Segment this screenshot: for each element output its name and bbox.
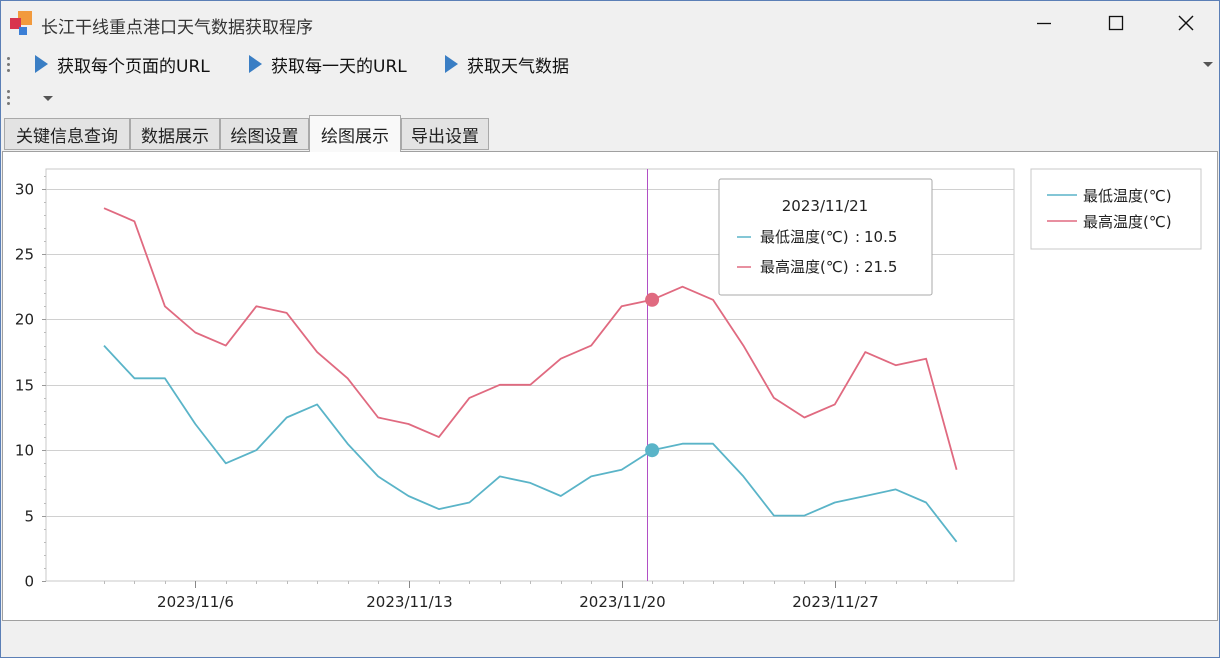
toolbar-grip-icon[interactable]	[7, 90, 11, 108]
minimize-button[interactable]	[1009, 1, 1079, 45]
maximize-button[interactable]	[1081, 1, 1151, 45]
low-temp-marker	[645, 443, 660, 458]
play-icon	[445, 55, 458, 73]
maximize-icon	[1108, 15, 1124, 31]
tooltip-high-label: 最高温度(℃)	[760, 258, 849, 276]
y-tick-label: 10	[15, 442, 34, 460]
secondary-toolbar	[1, 85, 1219, 111]
x-tick-label: 2023/11/6	[157, 593, 234, 611]
get-daily-urls-button[interactable]: 获取每一天的URL	[249, 47, 407, 81]
tooltip-low-label: 最低温度(℃)	[760, 228, 849, 246]
x-tick-label: 2023/11/20	[579, 593, 665, 611]
get-weather-data-label: 获取天气数据	[467, 56, 569, 77]
y-tick-label: 15	[15, 377, 34, 395]
get-daily-urls-label: 获取每一天的URL	[271, 56, 407, 77]
y-tick-label: 0	[24, 573, 34, 591]
window-title: 长江干线重点港口天气数据获取程序	[41, 18, 313, 38]
y-tick-label: 30	[15, 181, 34, 199]
toolbar-overflow-icon[interactable]	[1203, 62, 1213, 67]
toolbar-grip-icon[interactable]	[7, 57, 11, 75]
chart-legend[interactable]: 最低温度(℃) 最高温度(℃)	[1030, 168, 1202, 250]
close-icon	[1178, 15, 1194, 31]
legend-high-label: 最高温度(℃)	[1083, 213, 1172, 231]
get-weather-data-button[interactable]: 获取天气数据	[445, 47, 569, 81]
low-temp-series-line	[103, 344, 958, 543]
legend-low-label: 最低温度(℃)	[1083, 187, 1172, 205]
get-page-urls-button[interactable]: 获取每个页面的URL	[35, 47, 210, 81]
main-toolbar: 获取每个页面的URL 获取每一天的URL 获取天气数据	[1, 47, 1219, 81]
crosshair-tooltip: 2023/11/21 最低温度(℃) : 10.5 最高温度(℃) : 21.5	[718, 178, 933, 296]
play-icon	[249, 55, 262, 73]
tab-plot-display[interactable]: 绘图展示	[309, 115, 401, 152]
tooltip-high-separator: :	[855, 258, 860, 276]
temperature-chart[interactable]: 0 5 10 15 20 25 30 2023/11/6 2023/11/13 2023/11/2…	[3, 152, 1217, 620]
tab-plot-settings[interactable]: 绘图设置	[220, 118, 309, 150]
get-page-urls-label: 获取每个页面的URL	[57, 56, 210, 77]
app-logo-icon	[10, 11, 34, 35]
tooltip-low-separator: :	[855, 228, 860, 246]
tooltip-low-value: 10.5	[864, 228, 897, 246]
x-tick-label: 2023/11/27	[792, 593, 878, 611]
chevron-down-icon[interactable]	[43, 96, 53, 101]
tab-data-display[interactable]: 数据展示	[130, 118, 220, 150]
close-button[interactable]	[1151, 1, 1219, 45]
plot-panel: 0 5 10 15 20 25 30 2023/11/6 2023/11/13 2023/11/2…	[2, 151, 1218, 621]
high-temp-marker	[645, 292, 660, 307]
title-bar: 长江干线重点港口天气数据获取程序	[1, 1, 1219, 45]
app-window: 长江干线重点港口天气数据获取程序 获取每个页面的URL 获取每一天的URL 获取…	[0, 0, 1220, 658]
minimize-icon	[1037, 22, 1051, 25]
tab-key-info-query[interactable]: 关键信息查询	[4, 118, 130, 150]
tooltip-date: 2023/11/21	[782, 197, 868, 215]
play-icon	[35, 55, 48, 73]
y-tick-label: 25	[15, 246, 34, 264]
y-tick-label: 5	[24, 508, 34, 526]
tab-export-settings[interactable]: 导出设置	[401, 118, 489, 150]
x-tick-label: 2023/11/13	[366, 593, 452, 611]
y-tick-label: 20	[15, 311, 34, 329]
status-bar	[1, 623, 1219, 657]
tooltip-high-value: 21.5	[864, 258, 897, 276]
